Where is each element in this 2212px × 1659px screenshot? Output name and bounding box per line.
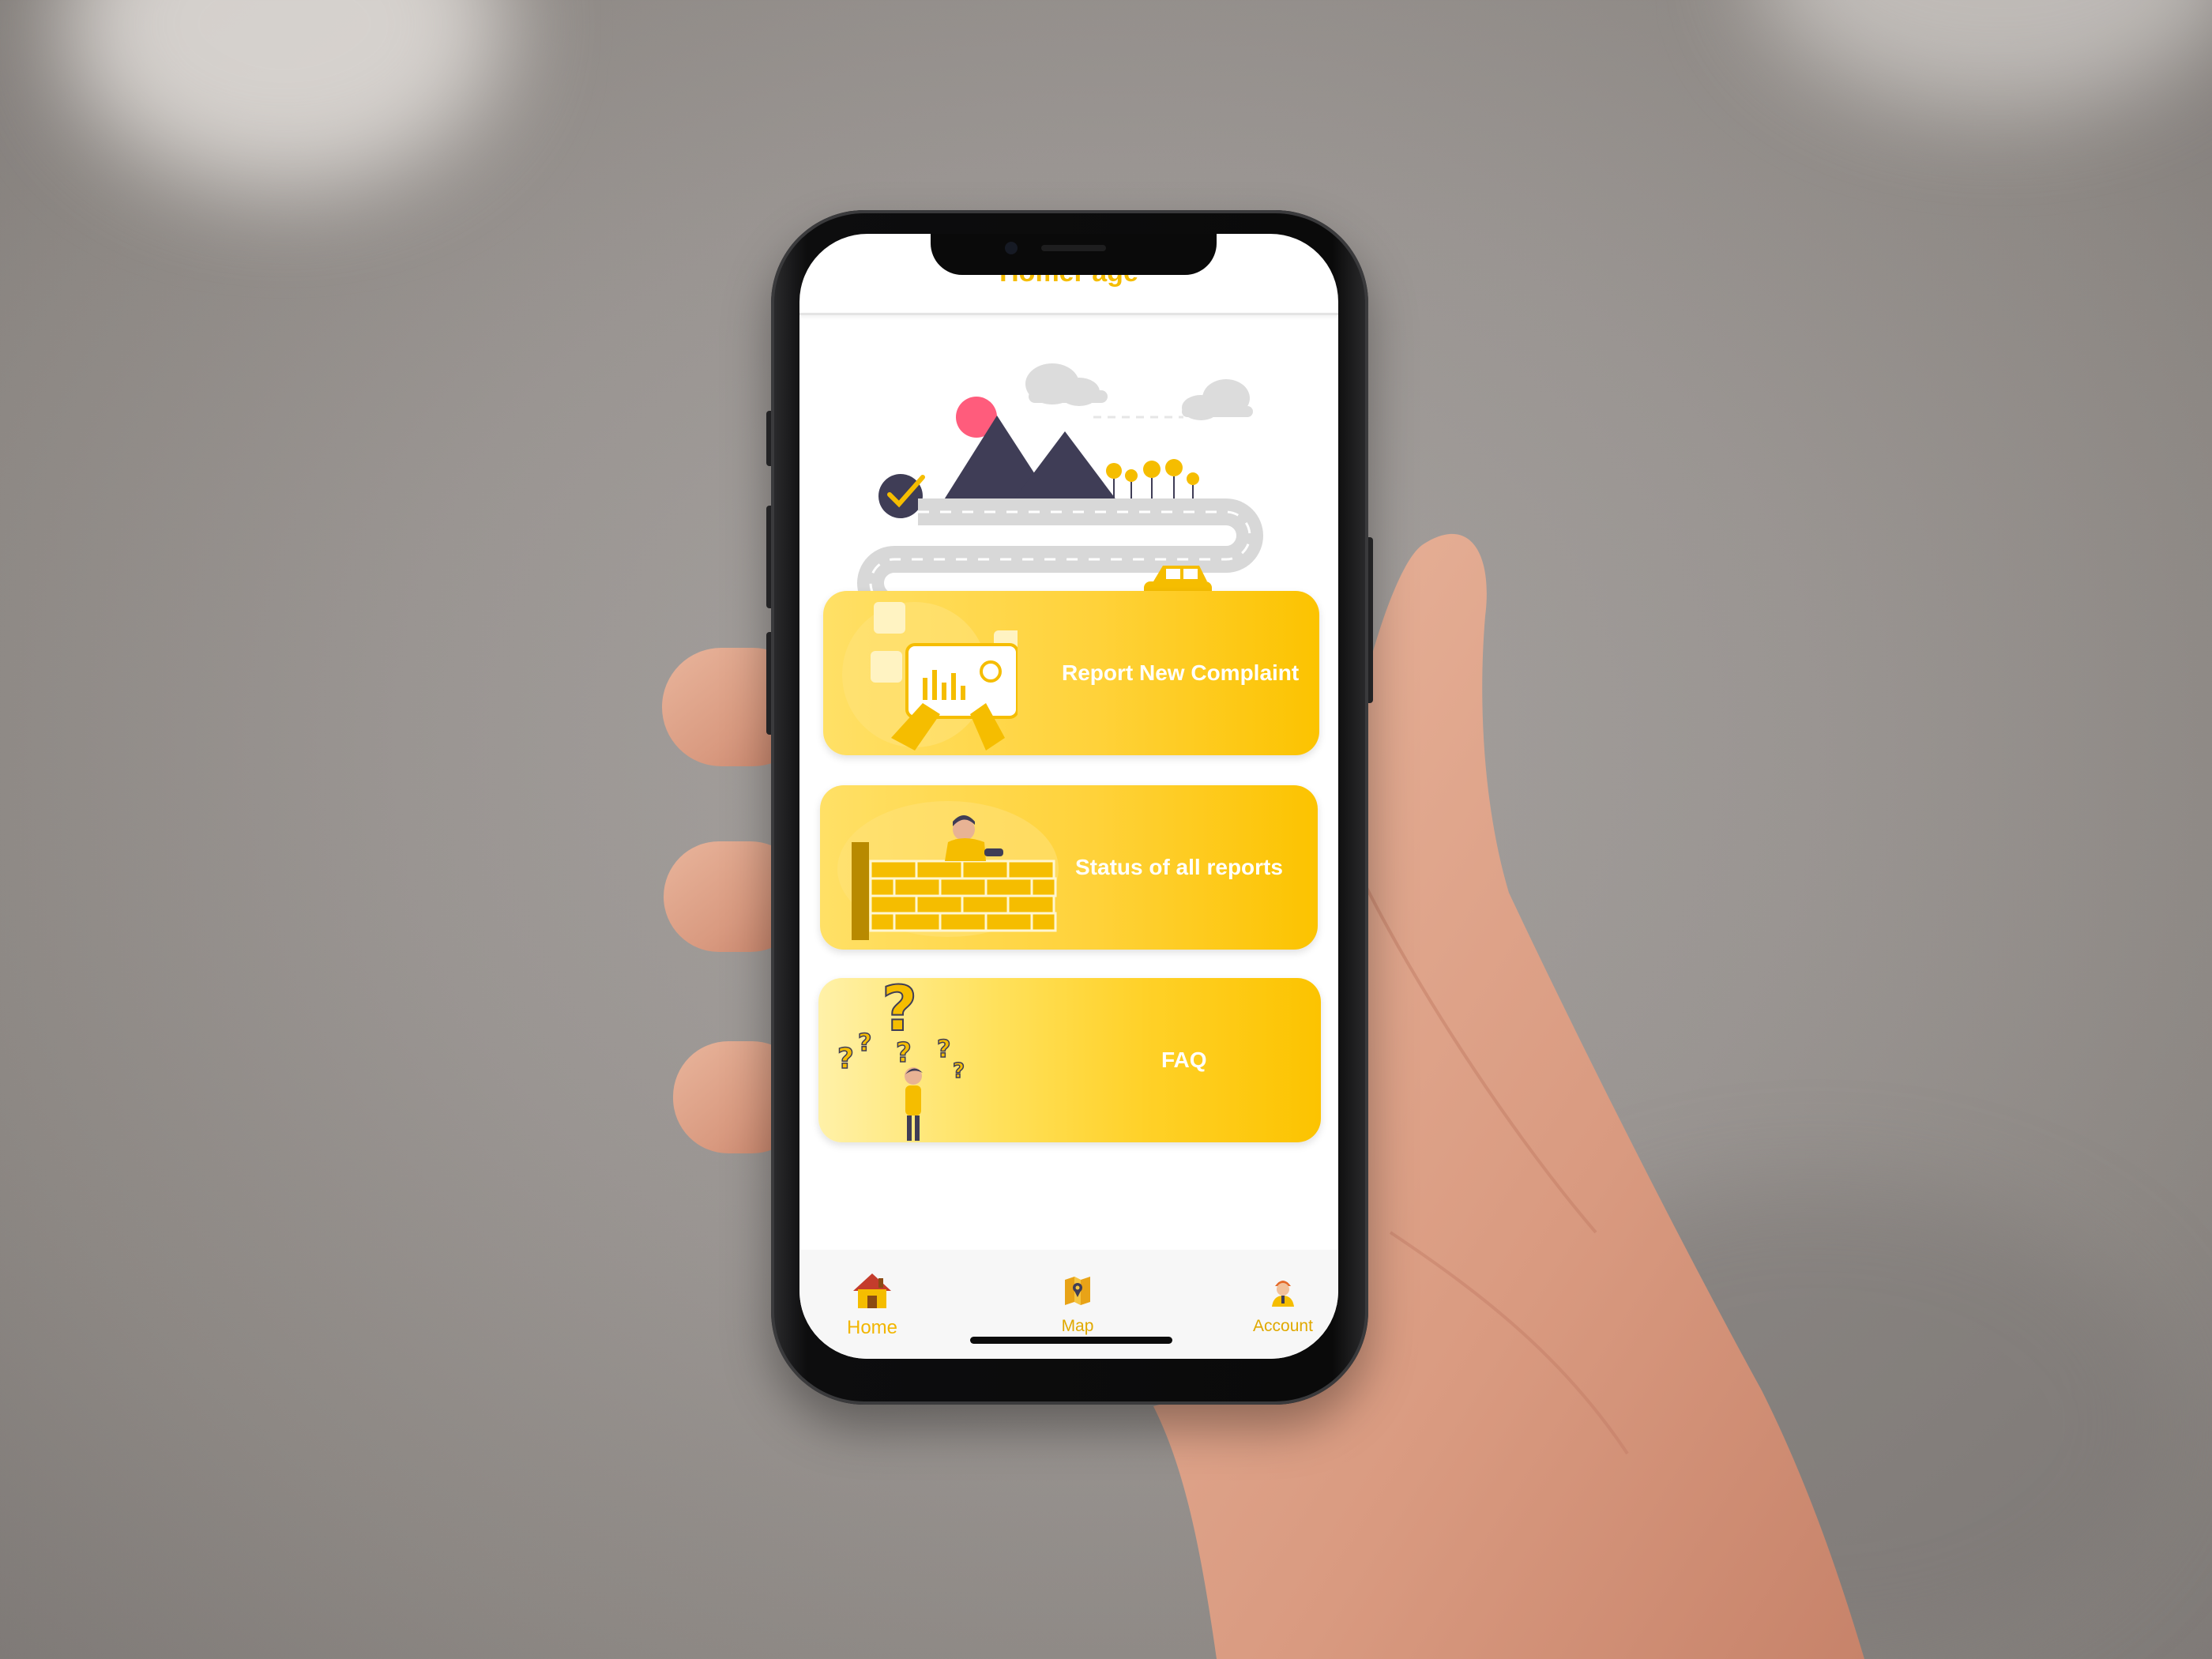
tablet-chart-illustration (842, 602, 1018, 750)
front-camera-icon (1005, 242, 1018, 254)
svg-text:?: ? (837, 1043, 854, 1075)
faq-button[interactable]: ? ? ? ? ? ? FAQ (818, 975, 1321, 1142)
nav-label-account: Account (1253, 1317, 1313, 1335)
svg-text:?: ? (953, 1059, 965, 1083)
cloud-icon (1025, 363, 1108, 406)
cloud-icon (1182, 379, 1253, 420)
svg-text:?: ? (882, 975, 917, 1045)
nav-item-home[interactable]: Home (817, 1272, 927, 1339)
map-icon (1065, 1277, 1090, 1305)
status-of-all-reports-label: Status of all reports (1075, 855, 1283, 879)
header-divider (799, 313, 1338, 315)
nav-label-home: Home (846, 1317, 898, 1338)
svg-text:?: ? (896, 1037, 912, 1069)
phone-screen: HomePage (799, 234, 1338, 1359)
account-icon (1272, 1281, 1294, 1307)
home-indicator[interactable] (970, 1337, 1172, 1344)
svg-text:?: ? (858, 1029, 871, 1057)
check-icon (878, 474, 923, 518)
question-marks-illustration: ? ? ? ? ? ? (837, 975, 965, 1141)
report-new-complaint-label: Report New Complaint (1062, 660, 1300, 685)
notch (931, 234, 1217, 275)
home-icon (853, 1273, 891, 1308)
status-of-all-reports-button[interactable]: Status of all reports (820, 785, 1318, 950)
report-new-complaint-button[interactable]: Report New Complaint (823, 591, 1319, 755)
brick-wall-worker-illustration (837, 801, 1059, 940)
nav-item-map[interactable]: Map (1022, 1272, 1133, 1336)
faq-label: FAQ (1161, 1048, 1207, 1072)
nav-label-map: Map (1061, 1317, 1094, 1335)
svg-text:?: ? (937, 1036, 950, 1063)
nav-item-account[interactable]: Account (1228, 1272, 1338, 1336)
speaker-grille (1041, 245, 1106, 251)
